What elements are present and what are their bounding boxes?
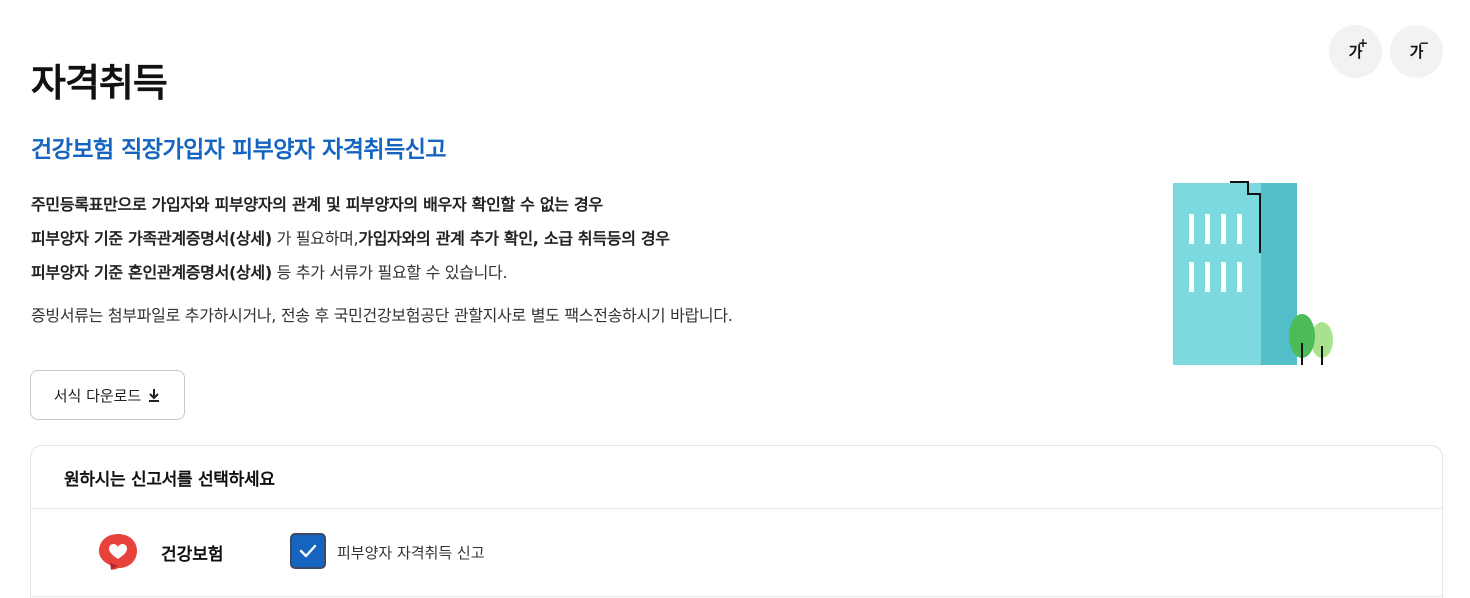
- plus-icon: +: [1357, 36, 1368, 50]
- font-increase-button[interactable]: 가 +: [1329, 25, 1382, 78]
- sub-title: 건강보험 직장가입자 피부양자 자격취득신고: [31, 137, 447, 163]
- font-decrease-button[interactable]: 가 −: [1390, 25, 1443, 78]
- minus-icon: −: [1418, 36, 1429, 50]
- report-option-row: 건강보험 피부양자 자격취득 신고: [31, 509, 1442, 597]
- description: 주민등록표만으로 가입자와 피부양자의 관계 및 피부양자의 배우자 확인할 수…: [31, 188, 911, 290]
- report-selection-panel: 원하시는 신고서를 선택하세요 건강보험 피부양자 자격취득 신고: [30, 445, 1443, 598]
- dependent-acquisition-checkbox[interactable]: [290, 533, 326, 569]
- checkmark-icon: [299, 544, 317, 558]
- font-size-controls: 가 + 가 −: [1329, 25, 1443, 78]
- description-line-2: 피부양자 기준 가족관계증명서(상세) 가 필요하며,가입자와의 관계 추가 확…: [31, 229, 670, 248]
- description-line-3: 피부양자 기준 혼인관계증명서(상세) 등 추가 서류가 필요할 수 있습니다.: [31, 263, 508, 282]
- health-insurance-label: 건강보험: [161, 545, 224, 565]
- dependent-acquisition-option-label[interactable]: 피부양자 자격취득 신고: [337, 542, 485, 563]
- description-line-1: 주민등록표만으로 가입자와 피부양자의 관계 및 피부양자의 배우자 확인할 수…: [31, 195, 603, 214]
- page-title: 자격취득: [31, 61, 168, 105]
- description-note: 증빙서류는 첨부파일로 추가하시거나, 전송 후 국민건강보험공단 관할지사로 …: [31, 306, 733, 325]
- panel-header: 원하시는 신고서를 선택하세요: [31, 446, 1442, 509]
- download-icon: [149, 389, 160, 402]
- download-button-label: 서식 다운로드: [53, 386, 142, 405]
- building-illustration: [1173, 181, 1333, 365]
- health-insurance-logo-icon: [99, 534, 137, 570]
- form-download-button[interactable]: 서식 다운로드: [30, 370, 185, 420]
